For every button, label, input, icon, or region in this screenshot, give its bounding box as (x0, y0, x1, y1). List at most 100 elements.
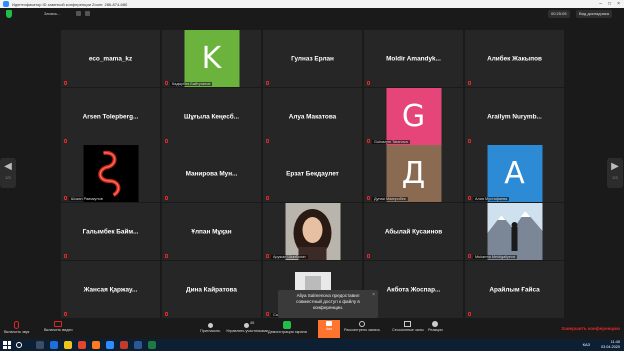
participant-name: Абылай Кусаинов (384, 228, 443, 235)
participant-tile[interactable]: Аружан Шынболат (263, 203, 362, 260)
minimize-icon[interactable]: – (599, 0, 602, 8)
task-view-icon[interactable] (36, 341, 44, 349)
prev-page-button[interactable]: ◀ 2/3 (0, 158, 16, 188)
breakout-rooms-icon (404, 321, 412, 327)
participants-count: 45 (250, 321, 255, 325)
zoom-taskbar-icon[interactable] (106, 341, 114, 349)
participant-tile[interactable]: Абылай Кусаинов (364, 203, 463, 260)
mic-muted-icon (165, 196, 168, 200)
video-off-icon (54, 321, 63, 327)
participant-tile[interactable]: G Gulnazym Taranova (364, 88, 463, 145)
reactions-label: Реакции (428, 328, 443, 332)
end-meeting-button[interactable]: Завершить конференцию (561, 326, 620, 331)
participant-tile[interactable]: Дина Кайратова (162, 261, 261, 318)
participant-tile[interactable]: Шұғыла Кеңесб... (162, 88, 261, 145)
powerpoint-icon[interactable] (120, 341, 128, 349)
mic-muted-icon (468, 312, 471, 316)
participant-name: Гулназ Ерлан (291, 55, 334, 62)
unmute-label: Включить звук (4, 330, 30, 334)
chat-button[interactable]: Чат (318, 320, 340, 338)
participant-name: eco_mama_kz (88, 55, 133, 62)
file-explorer-icon[interactable] (64, 341, 72, 349)
stop-icon[interactable] (85, 11, 90, 16)
participant-tile[interactable]: Moldir Amandyk... (364, 30, 463, 87)
mic-muted-icon (165, 312, 168, 316)
mic-muted-icon (165, 254, 168, 258)
mic-muted-icon (468, 81, 471, 85)
participant-tile[interactable]: Алибек Жакыпов (465, 30, 564, 87)
start-video-label: Включить видео (44, 328, 73, 332)
invite-button[interactable]: Пригласить (200, 321, 220, 333)
participant-tile[interactable]: A Алия Мустафаева (465, 145, 564, 202)
mic-muted-icon (14, 321, 20, 329)
participant-tile[interactable]: K Кадырбек Байтуганов (162, 30, 261, 87)
participant-video-frame (294, 272, 331, 292)
input-language[interactable]: КАЗ (583, 342, 590, 347)
mic-muted-icon (468, 139, 471, 143)
participant-avatar: A (487, 145, 542, 202)
participant-name: Arsen Tolepberg... (82, 113, 139, 120)
mic-muted-icon (266, 139, 269, 143)
participant-tile[interactable]: Акбота Жоспар... (364, 261, 463, 318)
participant-tile[interactable]: Шокан Раимкулов (61, 145, 160, 202)
participant-tile[interactable]: Жансая Қаржау... (61, 261, 160, 318)
participant-tile[interactable]: Манирова Мун... (162, 145, 261, 202)
chrome-icon[interactable] (78, 341, 86, 349)
search-icon[interactable] (16, 342, 22, 348)
participant-name: Ерзат Бекдаулет (286, 170, 339, 177)
share-screen-icon (283, 321, 292, 329)
participant-name: Ұлпан Мұқан (191, 228, 232, 235)
chevron-left-icon: ◀ (4, 161, 12, 172)
title-bar: Идентификатор ID заметкой конференции Zo… (0, 0, 624, 8)
chat-icon (326, 321, 332, 326)
participant-tile[interactable]: Mukarma Meldigaliyeva (465, 203, 564, 260)
firefox-icon[interactable] (92, 341, 100, 349)
participant-video-frame (83, 145, 138, 202)
edge-icon[interactable] (50, 341, 58, 349)
participant-tile[interactable]: Д Дунаи Маипробек (364, 145, 463, 202)
participant-name: Дина Кайратова (186, 286, 237, 293)
participant-tile[interactable]: Ұлпан Мұқан (162, 203, 261, 260)
participant-name: Алуа Макатова (288, 113, 337, 120)
participant-tile[interactable]: Гулназ Ерлан (263, 30, 362, 87)
participants-label: Управлять участниками (226, 329, 268, 333)
chat-label: Чат (325, 327, 333, 331)
participant-tile[interactable]: Ерзат Бекдаулет (263, 145, 362, 202)
mic-muted-icon (64, 81, 67, 85)
pause-icon[interactable] (76, 11, 81, 16)
record-label: Рассмотрено запись (344, 328, 381, 332)
share-screen-button[interactable]: Демонстрация экрана (268, 321, 307, 334)
close-icon[interactable]: × (617, 0, 620, 8)
participant-tile[interactable]: Arsen Tolepberg... (61, 88, 160, 145)
participant-tile[interactable]: Галымбек Байм... (61, 203, 160, 260)
participant-tile[interactable]: Arailym Nurymb... (465, 88, 564, 145)
participants-button[interactable]: Управлять участниками (226, 321, 268, 333)
word-icon[interactable] (134, 341, 142, 349)
mic-muted-icon (64, 196, 67, 200)
record-icon (359, 321, 366, 327)
participant-name-tag: Gulnazym Taranova (372, 140, 410, 144)
speaker-view-button[interactable]: Вид докладчика (576, 10, 612, 18)
participant-name: Жансая Қаржау... (83, 286, 138, 293)
participant-tile[interactable]: Арайлым Ғайса (465, 261, 564, 318)
breakout-rooms-button[interactable]: Сессионные залы (392, 321, 424, 332)
participant-name: Акбота Жоспар... (386, 286, 441, 293)
unmute-button[interactable]: Включить звук (4, 321, 29, 334)
reactions-button[interactable]: Реакции (428, 321, 443, 332)
clock-date: 03.04.2020 (600, 345, 620, 349)
invite-icon (207, 323, 213, 328)
maximize-icon[interactable]: □ (608, 0, 611, 8)
system-clock[interactable]: 11:40 03.04.2020 (601, 340, 620, 350)
next-page-button[interactable]: ▶ 2/3 (607, 158, 623, 188)
windows-start-icon[interactable] (3, 341, 11, 349)
excel-icon[interactable] (148, 341, 156, 349)
record-button[interactable]: Рассмотрено запись (344, 321, 380, 332)
participant-tile[interactable]: Алуа Макатова (263, 88, 362, 145)
invite-label: Пригласить (200, 329, 221, 333)
close-icon[interactable]: × (372, 292, 375, 298)
participant-tile[interactable]: eco_mama_kz (61, 30, 160, 87)
participant-avatar: G (386, 88, 441, 145)
participant-avatar: Д (386, 145, 441, 202)
start-video-button[interactable]: Включить видео (44, 321, 73, 332)
shield-icon[interactable] (6, 10, 12, 18)
